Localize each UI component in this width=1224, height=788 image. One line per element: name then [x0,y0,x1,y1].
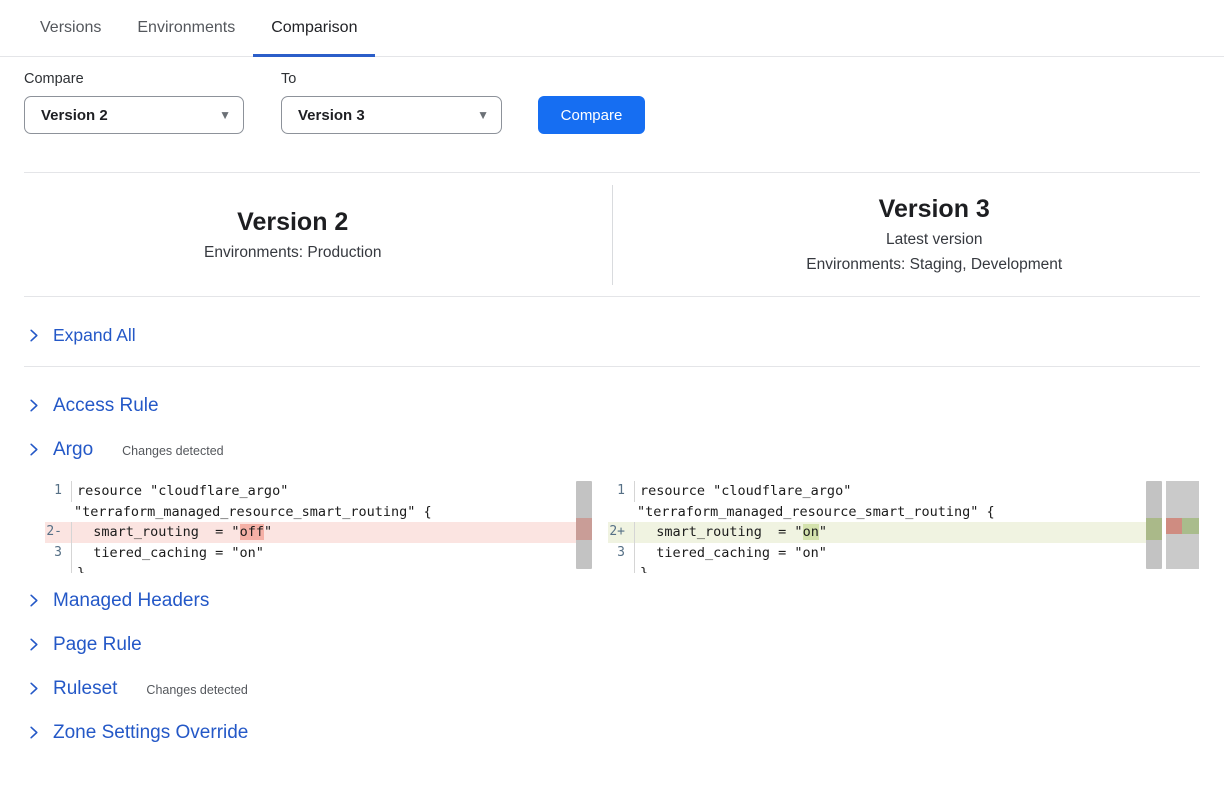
compare-label: Compare [24,71,244,87]
diff-overview-ruler[interactable] [1166,481,1199,569]
compare-from-select[interactable]: Version 2 ▼ [24,96,244,134]
version-right-environments: Environments: Staging, Development [641,256,1224,274]
chevron-right-icon [26,593,41,608]
section-access-rule[interactable]: Access Rule [24,394,1200,417]
tab-bar: Versions Environments Comparison [0,0,1224,57]
version-headers: Version 2 Environments: Production Versi… [24,173,1200,296]
code-line: smart_routing = "on" [635,522,827,543]
overview-added-marker [1182,518,1199,534]
code-line: tiered_caching = "on" [635,543,827,564]
code-line: } [72,563,85,573]
line-number: 1 [608,481,635,502]
section-label: Ruleset [53,678,117,700]
section-argo[interactable]: Argo Changes detected [24,438,1200,461]
compare-to-value: Version 3 [298,107,365,124]
line-number [608,563,635,573]
line-number [45,563,72,573]
overview-removed-marker [1166,518,1182,534]
version-left-title: Version 2 [0,208,587,237]
section-label: Zone Settings Override [53,722,248,744]
diff-right-scrollbar[interactable] [1146,481,1162,569]
code-line: resource "cloudflare_argo" [72,481,288,502]
removed-scroll-marker [576,518,592,540]
removed-line: 2- smart_routing = "off" [45,522,592,543]
section-managed-headers[interactable]: Managed Headers [24,589,1200,612]
diff-left-pane: 1 resource "cloudflare_argo" "terraform_… [45,481,592,573]
code-line-wrap: "terraform_managed_resource_smart_routin… [69,502,432,523]
vertical-divider [612,185,613,285]
chevron-right-icon [26,398,41,413]
line-number: 2+ [608,522,635,543]
code-line: smart_routing = "off" [72,522,272,543]
tab-environments[interactable]: Environments [119,0,253,56]
expand-all-label: Expand All [53,325,136,346]
chevron-right-icon [26,328,41,343]
line-number: 3 [45,543,72,564]
code-line: } [635,563,648,573]
chevron-right-icon [26,442,41,457]
section-ruleset[interactable]: Ruleset Changes detected [24,677,1200,700]
version-left-environments: Environments: Production [0,244,587,262]
to-label: To [281,71,502,87]
chevron-down-icon: ▼ [219,109,231,121]
line-number: 3 [608,543,635,564]
expand-all-toggle[interactable]: Expand All [24,297,1200,366]
section-label: Argo [53,439,93,461]
diff-right-pane: 1 resource "cloudflare_argo" "terraform_… [608,481,1162,573]
code-line-wrap: "terraform_managed_resource_smart_routin… [632,502,995,523]
compare-form: Compare Version 2 ▼ To Version 3 ▼ Compa… [24,71,1200,134]
version-left-header: Version 2 Environments: Production [0,208,587,262]
diff-left-scrollbar[interactable] [576,481,592,569]
section-label: Access Rule [53,395,159,417]
added-word-highlight: on [803,524,819,540]
tab-versions[interactable]: Versions [22,0,119,56]
line-number: 2- [45,522,72,543]
section-label: Page Rule [53,634,142,656]
added-scroll-marker [1146,518,1162,540]
chevron-right-icon [26,681,41,696]
line-number: 1 [45,481,72,502]
section-zone-settings-override[interactable]: Zone Settings Override [24,721,1200,744]
added-line: 2+ smart_routing = "on" [608,522,1162,543]
chevron-down-icon: ▼ [477,109,489,121]
section-page-rule[interactable]: Page Rule [24,633,1200,656]
section-label: Managed Headers [53,590,209,612]
code-line: tiered_caching = "on" [72,543,264,564]
removed-word-highlight: off [240,524,264,540]
compare-button[interactable]: Compare [538,96,645,134]
code-line: resource "cloudflare_argo" [635,481,851,502]
version-right-title: Version 3 [641,195,1224,224]
chevron-right-icon [26,725,41,740]
changes-detected-badge: Changes detected [146,680,247,697]
argo-diff-view: 1 resource "cloudflare_argo" "terraform_… [45,481,1200,573]
compare-from-value: Version 2 [41,107,108,124]
divider [24,366,1200,367]
chevron-right-icon [26,637,41,652]
tab-comparison[interactable]: Comparison [253,0,375,56]
compare-to-select[interactable]: Version 3 ▼ [281,96,502,134]
version-right-latest: Latest version [641,231,1224,249]
changes-detected-badge: Changes detected [122,441,223,458]
version-right-header: Version 3 Latest version Environments: S… [641,195,1224,274]
